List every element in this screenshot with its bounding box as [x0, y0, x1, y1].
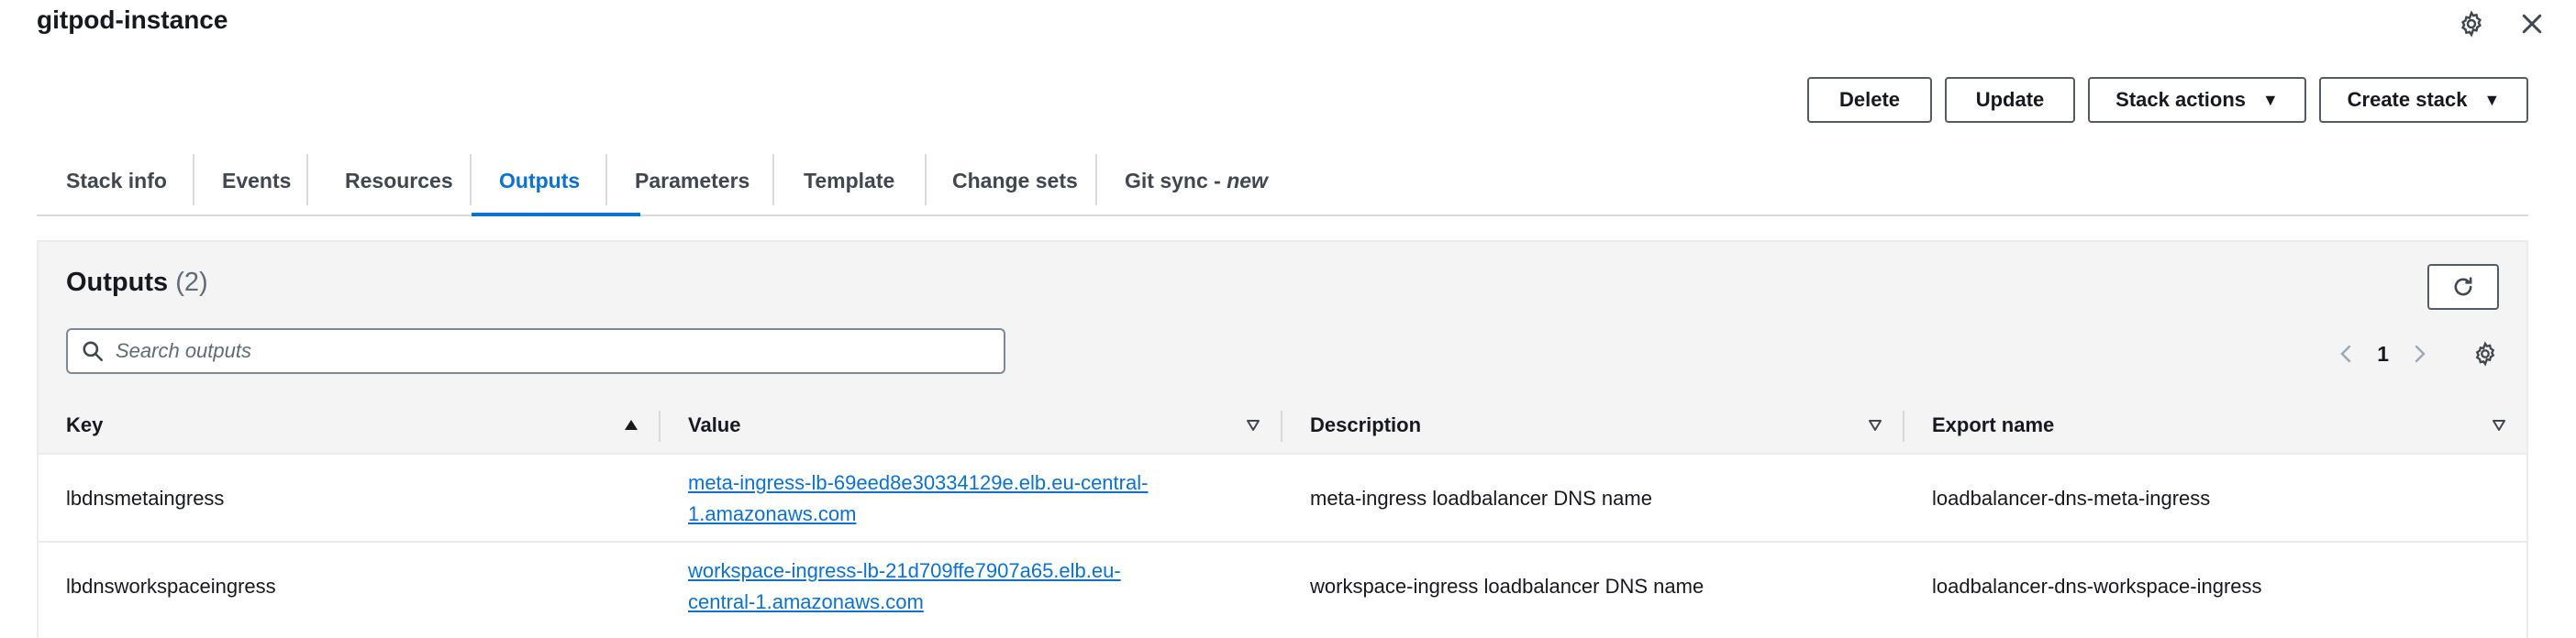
export-name-cell: loadbalancer-dns-meta-ingress [1932, 487, 2211, 510]
column-label: Value [688, 413, 741, 436]
tab-template[interactable]: Template [804, 147, 894, 214]
tab-bar: Stack info Events Resources Outputs Para… [37, 147, 2528, 216]
pagination: 1 [2333, 337, 2499, 370]
stack-detail-page: gitpod-instance Delete Update Stack acti… [0, 0, 2576, 638]
tab-divider [772, 154, 774, 205]
value-cell: workspace-ingress-lb-21d709ffe7907a65.el… [688, 543, 1183, 631]
close-icon[interactable] [2515, 7, 2548, 40]
export-name-cell: loadbalancer-dns-workspace-ingress [1932, 575, 2262, 598]
update-button-label: Update [1975, 88, 2045, 111]
tab-stack-info[interactable]: Stack info [66, 147, 167, 214]
value-cell: meta-ingress-lb-69eed8e30334129e.elb.eu-… [688, 455, 1183, 543]
refresh-button[interactable] [2427, 264, 2499, 310]
create-stack-label: Create stack [2347, 88, 2468, 111]
stack-actions-label: Stack actions [2115, 88, 2246, 111]
description-cell: workspace-ingress loadbalancer DNS name [1310, 575, 1704, 598]
create-stack-button[interactable]: Create stack ▼ [2319, 77, 2528, 123]
sort-icon[interactable] [1866, 416, 1884, 434]
tab-resources[interactable]: Resources [345, 147, 453, 214]
page-title: gitpod-instance [37, 6, 228, 34]
delete-button[interactable]: Delete [1807, 77, 1932, 123]
sort-icon[interactable] [1244, 416, 1262, 434]
tab-label: Outputs [499, 168, 581, 192]
search-icon [83, 341, 104, 362]
sort-ascending-icon[interactable] [622, 416, 640, 434]
key-cell: lbdnsmetaingress [66, 487, 225, 510]
refresh-icon [2454, 277, 2472, 296]
tab-outputs[interactable]: Outputs [499, 147, 580, 214]
tab-divider [605, 154, 607, 205]
column-header-export-name[interactable]: Export name [1932, 398, 2054, 453]
update-button[interactable]: Update [1945, 77, 2075, 123]
active-tab-indicator [472, 213, 640, 216]
tab-label: Change sets [952, 168, 1078, 192]
key-cell: lbdnsworkspaceingress [66, 575, 276, 598]
description-cell: meta-ingress loadbalancer DNS name [1310, 487, 1652, 510]
tab-label: Git sync - [1125, 168, 1227, 192]
tab-events[interactable]: Events [222, 147, 291, 214]
tab-label: Resources [345, 168, 453, 192]
value-link[interactable]: meta-ingress-lb-69eed8e30334129e.elb.eu-… [688, 468, 1183, 530]
caret-down-icon: ▼ [2483, 90, 2501, 109]
tab-label: Stack info [66, 168, 167, 192]
tab-label: Template [804, 168, 895, 192]
outputs-table: Key Value Description Export name lbdnsm… [39, 398, 2526, 631]
outputs-panel: Outputs (2) 1 [37, 240, 2528, 638]
previous-page-icon[interactable] [2333, 340, 2360, 368]
tab-label: Parameters [635, 168, 750, 192]
outputs-title: Outputs (2) [66, 268, 208, 298]
tab-divider [306, 154, 308, 205]
tab-divider [470, 154, 472, 205]
column-resizer[interactable] [1281, 411, 1282, 442]
column-header-description[interactable]: Description [1310, 398, 1421, 453]
column-resizer[interactable] [1903, 411, 1904, 442]
tab-divider [925, 154, 927, 205]
outputs-count: (2) [175, 268, 208, 297]
tab-divider [193, 154, 194, 205]
caret-down-icon: ▼ [2262, 90, 2279, 109]
column-label: Export name [1932, 413, 2055, 436]
outputs-panel-header: Outputs (2) 1 [39, 242, 2526, 398]
new-badge: new [1227, 168, 1268, 192]
tab-change-sets[interactable]: Change sets [952, 147, 1078, 214]
column-label: Key [66, 413, 104, 436]
settings-gear-icon[interactable] [2455, 7, 2488, 40]
table-row: lbdnsmetaingress meta-ingress-lb-69eed8e… [39, 455, 2526, 543]
current-page[interactable]: 1 [2377, 342, 2389, 367]
tab-git-sync[interactable]: Git sync - new [1125, 147, 1268, 214]
search-outputs-field[interactable] [66, 328, 1005, 374]
search-input[interactable] [116, 339, 978, 363]
tab-parameters[interactable]: Parameters [635, 147, 749, 214]
delete-button-label: Delete [1838, 88, 1901, 111]
value-link[interactable]: workspace-ingress-lb-21d709ffe7907a65.el… [688, 556, 1183, 618]
table-preferences-gear-icon[interactable] [2471, 340, 2499, 368]
column-label: Description [1310, 413, 1422, 436]
sort-icon[interactable] [2490, 416, 2508, 434]
column-header-key[interactable]: Key [66, 398, 103, 453]
column-resizer[interactable] [659, 411, 661, 442]
next-page-icon[interactable] [2405, 340, 2433, 368]
table-header: Key Value Description Export name [39, 398, 2526, 455]
stack-actions-button[interactable]: Stack actions ▼ [2088, 77, 2306, 123]
table-row: lbdnsworkspaceingress workspace-ingress-… [39, 543, 2526, 631]
tab-divider [1095, 154, 1097, 205]
outputs-title-text: Outputs [66, 268, 169, 297]
column-header-value[interactable]: Value [688, 398, 740, 453]
tab-label: Events [222, 168, 292, 192]
